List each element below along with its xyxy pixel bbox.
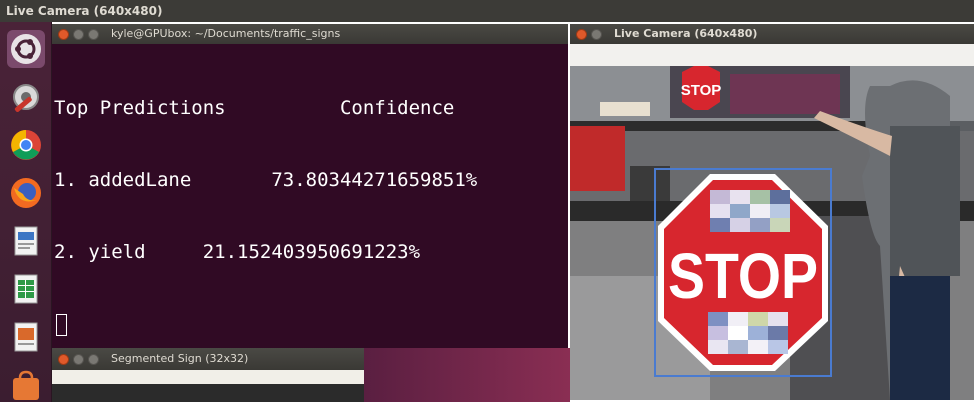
- close-icon[interactable]: [58, 353, 69, 365]
- camera-titlebar[interactable]: Live Camera (640x480): [570, 24, 974, 44]
- launcher-writer[interactable]: [7, 222, 45, 260]
- writer-icon: [14, 226, 38, 256]
- terminal-line-prediction-2: 2. yield 21.152403950691223%: [54, 241, 421, 263]
- settings-icon: [13, 84, 39, 112]
- terminal-output[interactable]: Top Predictions Confidence 1. addedLane …: [52, 44, 568, 388]
- launcher-chrome[interactable]: [7, 126, 45, 164]
- chrome-icon: [11, 130, 41, 160]
- close-icon[interactable]: [58, 28, 69, 40]
- segmented-titlebar[interactable]: Segmented Sign (32x32): [52, 348, 364, 370]
- segmented-sign-window[interactable]: Segmented Sign (32x32): [52, 348, 364, 402]
- pixelated-sticker-bottom: [708, 312, 788, 354]
- segmented-image: [52, 384, 364, 402]
- terminal-title: kyle@GPUbox: ~/Documents/traffic_signs: [111, 27, 341, 40]
- segmented-toolbar: [52, 370, 364, 384]
- terminal-line-prediction-1: 1. addedLane 73.80344271659851%: [54, 169, 478, 191]
- segmented-title: Segmented Sign (32x32): [111, 352, 249, 365]
- launcher: [0, 22, 52, 402]
- impress-icon: [14, 322, 38, 352]
- software-icon: [13, 370, 39, 400]
- terminal-line-header: Top Predictions Confidence: [54, 97, 455, 119]
- launcher-calc[interactable]: [7, 270, 45, 308]
- pixelated-sticker-top: [710, 190, 790, 232]
- maximize-icon[interactable]: [88, 28, 99, 40]
- minimize-icon[interactable]: [591, 28, 602, 40]
- launcher-software[interactable]: [7, 366, 45, 402]
- small-stop-sign-text: STOP: [681, 82, 722, 99]
- firefox-icon: [11, 178, 41, 208]
- terminal-cursor: [56, 313, 67, 336]
- calc-icon: [14, 274, 38, 304]
- terminal-titlebar[interactable]: kyle@GPUbox: ~/Documents/traffic_signs: [52, 24, 568, 44]
- maximize-icon[interactable]: [88, 353, 99, 365]
- launcher-settings[interactable]: [7, 78, 45, 116]
- launcher-impress[interactable]: [7, 318, 45, 356]
- camera-toolbar: [570, 44, 974, 66]
- terminal-window[interactable]: kyle@GPUbox: ~/Documents/traffic_signs T…: [52, 24, 568, 400]
- desktop-wallpaper: [364, 348, 570, 402]
- stop-sign-text: STOP: [668, 240, 818, 312]
- minimize-icon[interactable]: [73, 28, 84, 40]
- close-icon[interactable]: [576, 28, 587, 40]
- launcher-dash[interactable]: [7, 30, 45, 68]
- minimize-icon[interactable]: [73, 353, 84, 365]
- dash-icon: [11, 34, 41, 64]
- launcher-firefox[interactable]: [7, 174, 45, 212]
- camera-feed: STOP STOP: [570, 66, 974, 400]
- top-panel-title: Live Camera (640x480): [0, 0, 974, 22]
- camera-title: Live Camera (640x480): [614, 27, 758, 40]
- live-camera-window[interactable]: Live Camera (640x480) STOP STOP: [570, 24, 974, 400]
